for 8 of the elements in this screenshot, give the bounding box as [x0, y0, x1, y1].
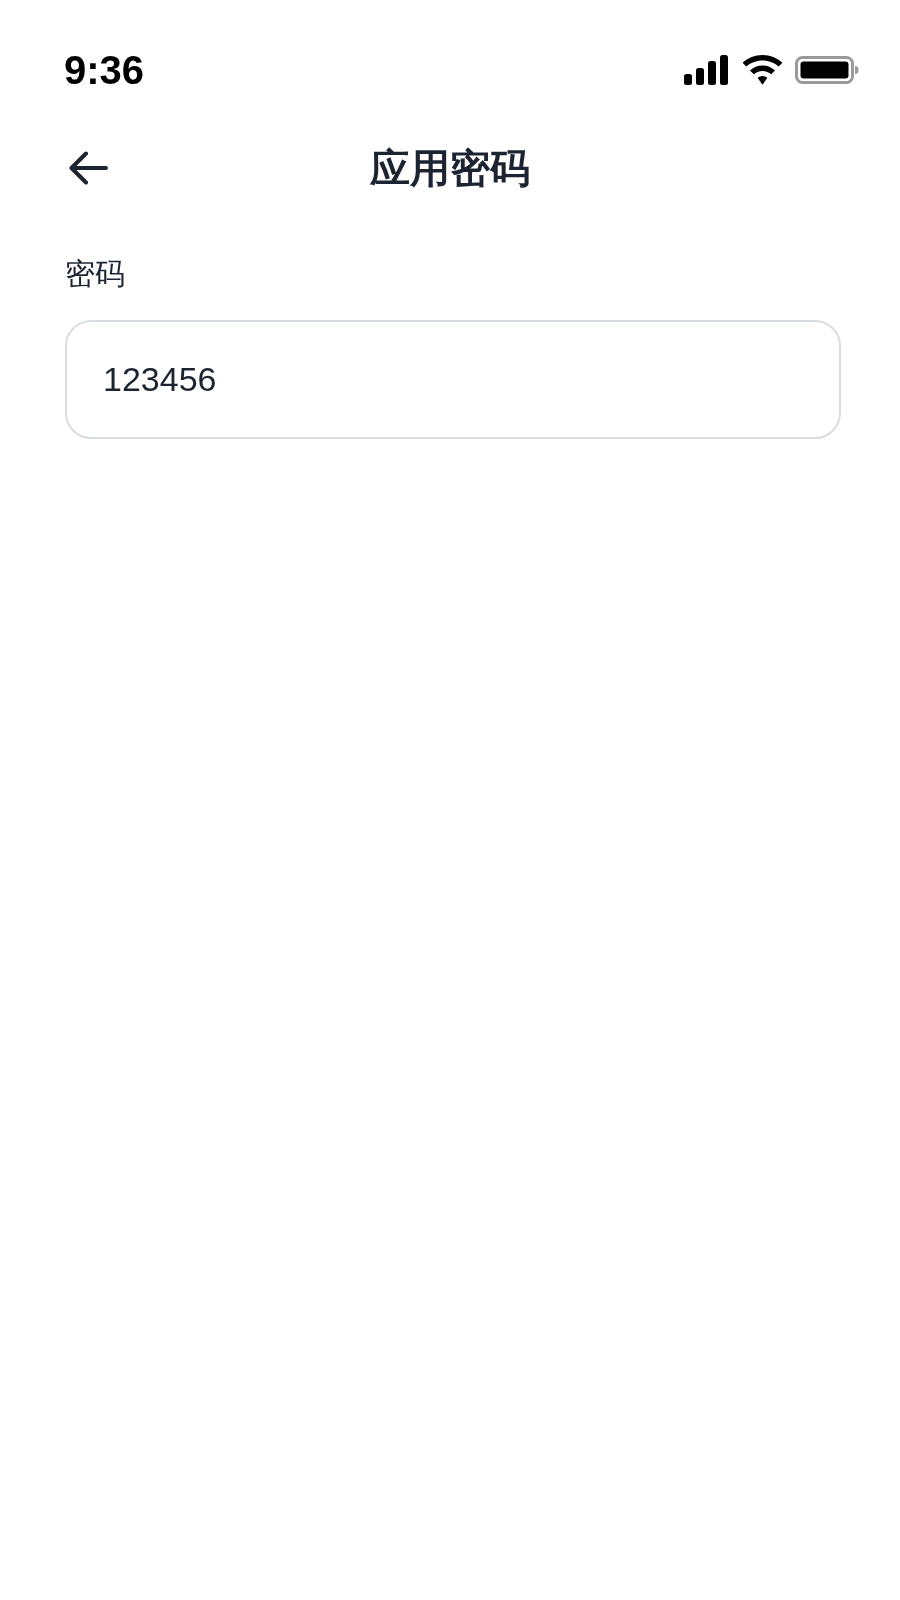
back-arrow-icon [68, 151, 108, 185]
field-label: 密码 [65, 256, 126, 292]
wifi-icon [742, 55, 783, 85]
battery-icon [795, 56, 859, 84]
status-time: 9:36 [64, 50, 145, 90]
page-title: 应用密码 [370, 145, 530, 192]
password-field[interactable]: 123456 [65, 320, 841, 439]
signal-icon [684, 55, 730, 85]
